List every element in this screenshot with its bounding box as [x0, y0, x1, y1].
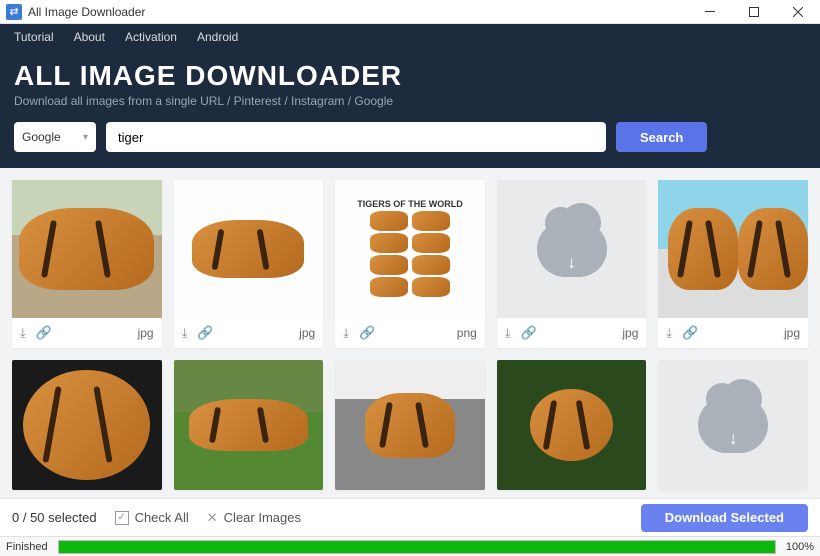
- x-icon: ✕: [207, 510, 218, 526]
- image-card[interactable]: [174, 360, 324, 490]
- thumbnail: [497, 360, 647, 490]
- download-icon[interactable]: ⤓: [182, 325, 188, 341]
- app-title: ALL IMAGE DOWNLOADER: [14, 60, 806, 92]
- download-selected-button[interactable]: Download Selected: [641, 504, 808, 532]
- download-icon[interactable]: ⤓: [666, 325, 672, 341]
- minimize-icon: [705, 11, 715, 12]
- download-icon[interactable]: ⤓: [20, 325, 26, 341]
- thumbnail: [174, 360, 324, 490]
- maximize-icon: [749, 7, 759, 17]
- download-icon[interactable]: ⤓: [505, 325, 511, 341]
- menu-about[interactable]: About: [64, 25, 115, 49]
- cloud-download-icon: ↓: [698, 397, 768, 453]
- search-button[interactable]: Search: [616, 122, 707, 152]
- thumbnail: [174, 180, 324, 318]
- close-button[interactable]: [776, 0, 820, 24]
- app-icon: ⇄: [6, 4, 22, 20]
- status-bar: Finished 100%: [0, 536, 820, 556]
- clear-images-button[interactable]: ✕ Clear Images: [207, 510, 301, 526]
- cloud-download-icon: ↓: [537, 221, 607, 277]
- image-card[interactable]: ↓: [658, 360, 808, 490]
- image-card[interactable]: ↓ ⤓ 🔗 jpg: [497, 180, 647, 348]
- minimize-button[interactable]: [688, 0, 732, 24]
- download-icon[interactable]: ⤓: [343, 325, 349, 341]
- link-icon[interactable]: 🔗: [36, 325, 52, 341]
- link-icon[interactable]: 🔗: [682, 325, 698, 341]
- check-all-label: Check All: [135, 510, 189, 525]
- maximize-button[interactable]: [732, 0, 776, 24]
- results-grid: ⤓ 🔗 jpg ⤓ 🔗 jpg TIGERS OF THE WORLD: [12, 180, 808, 490]
- file-ext: jpg: [784, 326, 800, 340]
- image-card[interactable]: TIGERS OF THE WORLD ⤓ 🔗 png: [335, 180, 485, 348]
- link-icon[interactable]: 🔗: [197, 325, 213, 341]
- selection-bar: 0 / 50 selected Check All ✕ Clear Images…: [0, 498, 820, 536]
- app-subtitle: Download all images from a single URL / …: [14, 94, 806, 108]
- window-title: All Image Downloader: [28, 5, 145, 19]
- file-ext: png: [457, 326, 477, 340]
- image-card[interactable]: [12, 360, 162, 490]
- image-card[interactable]: ⤓ 🔗 jpg: [12, 180, 162, 348]
- thumbnail: ↓: [658, 360, 808, 490]
- file-ext: jpg: [138, 326, 154, 340]
- thumbnail: [12, 360, 162, 490]
- tigers-world-title: TIGERS OF THE WORLD: [355, 197, 465, 301]
- header: ALL IMAGE DOWNLOADER Download all images…: [0, 50, 820, 168]
- image-card[interactable]: ⤓ 🔗 jpg: [658, 180, 808, 348]
- chevron-down-icon: ▾: [83, 132, 88, 143]
- checkbox-icon: [115, 511, 129, 525]
- clear-label: Clear Images: [224, 510, 301, 525]
- image-card[interactable]: ⤓ 🔗 jpg: [174, 180, 324, 348]
- thumbnail: TIGERS OF THE WORLD: [335, 180, 485, 318]
- thumbnail: [12, 180, 162, 318]
- menu-tutorial[interactable]: Tutorial: [4, 25, 64, 49]
- search-input[interactable]: [106, 122, 606, 152]
- link-icon[interactable]: 🔗: [521, 325, 537, 341]
- file-ext: jpg: [622, 326, 638, 340]
- file-ext: jpg: [299, 326, 315, 340]
- selection-count: 0 / 50 selected: [12, 510, 97, 525]
- thumbnail: [658, 180, 808, 318]
- source-select[interactable]: Google ▾: [14, 122, 96, 152]
- image-card[interactable]: [335, 360, 485, 490]
- image-card[interactable]: [497, 360, 647, 490]
- thumbnail: ↓: [497, 180, 647, 318]
- menu-activation[interactable]: Activation: [115, 25, 187, 49]
- search-row: Google ▾ Search: [14, 122, 806, 152]
- results-panel[interactable]: ⤓ 🔗 jpg ⤓ 🔗 jpg TIGERS OF THE WORLD: [0, 168, 820, 498]
- close-icon: [793, 7, 803, 17]
- link-icon[interactable]: 🔗: [359, 325, 375, 341]
- menu-bar: Tutorial About Activation Android: [0, 24, 820, 50]
- menu-android[interactable]: Android: [187, 25, 248, 49]
- thumbnail: [335, 360, 485, 490]
- source-select-value: Google: [22, 130, 61, 144]
- window-titlebar: ⇄ All Image Downloader: [0, 0, 820, 24]
- check-all-button[interactable]: Check All: [115, 510, 189, 525]
